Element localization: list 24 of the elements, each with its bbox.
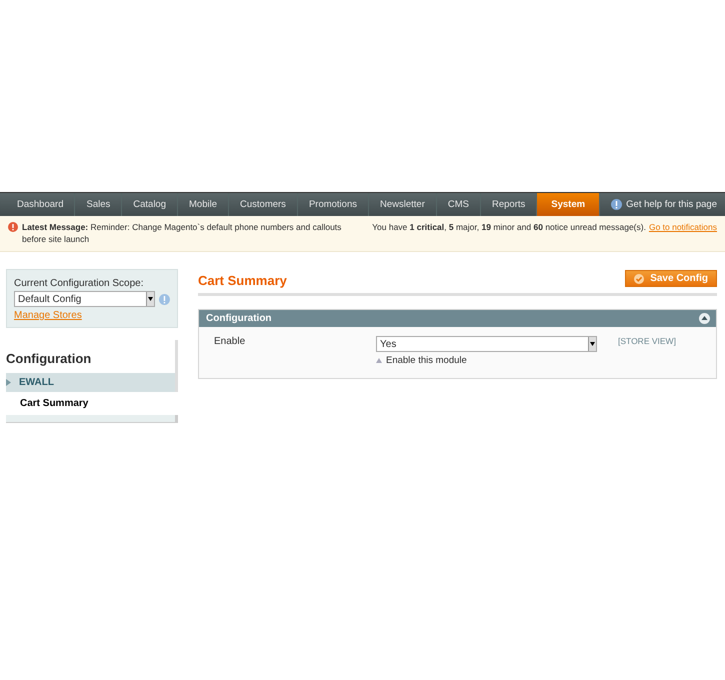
sidebar-title: Configuration <box>6 340 178 373</box>
page-title: Cart Summary <box>198 273 287 288</box>
caret-icon <box>590 342 595 346</box>
section-title: Configuration <box>206 313 272 324</box>
sidebar-group[interactable]: EWALL <box>6 373 178 392</box>
latest-message: Latest Message: Reminder: Change Magento`s default phone numbers and callouts before site launch <box>22 221 342 245</box>
help-link[interactable]: Get help for this page <box>611 193 725 216</box>
scope-select[interactable]: Default Config <box>14 291 156 307</box>
info-icon <box>159 294 170 304</box>
scope-tag: [STORE VIEW] <box>618 336 701 366</box>
check-icon <box>634 274 644 284</box>
alert-icon <box>8 222 18 232</box>
caret-icon <box>148 297 154 301</box>
collapse-icon[interactable] <box>699 313 710 324</box>
unread-summary: You have 1 critical, 5 major, 19 minor and 60 notice unread message(s). <box>372 222 646 232</box>
field-comment: Enable this module <box>386 355 467 366</box>
nav-tab[interactable]: System <box>537 193 600 216</box>
hint-icon <box>376 358 382 363</box>
section-header[interactable]: Configuration <box>199 310 716 327</box>
help-icon <box>611 199 622 210</box>
field-label: Enable <box>214 336 246 349</box>
enable-select[interactable]: Yes <box>376 336 597 352</box>
scope-label: Current Configuration Scope: <box>14 278 145 289</box>
expand-icon <box>6 379 11 386</box>
